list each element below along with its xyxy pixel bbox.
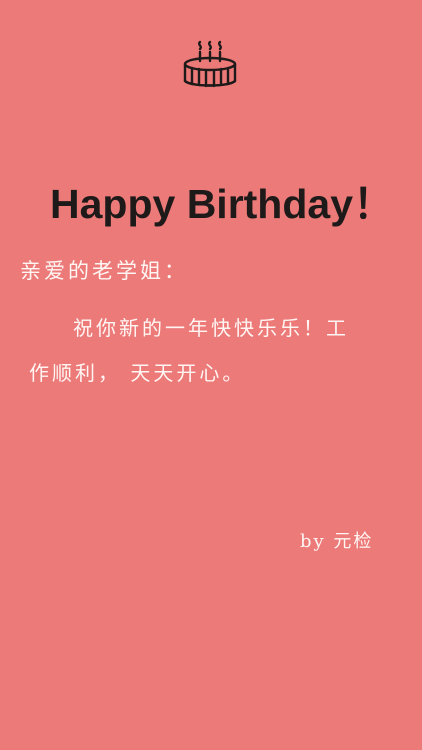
- birthday-title: Happy Birthday！: [50, 181, 394, 228]
- greeting-text: 亲爱的老学姐：: [20, 259, 188, 283]
- message-line-two: 作顺利， 天天开心。: [29, 361, 246, 385]
- birthday-card-screen: Happy Birthday！ 亲爱的老学姐： 祝你新的一年快快乐乐！工 作顺利…: [0, 0, 422, 750]
- signature-text: by 元检: [300, 531, 374, 552]
- message-line-one: 祝你新的一年快快乐乐！工: [73, 316, 349, 340]
- birthday-cake-icon: [183, 40, 237, 88]
